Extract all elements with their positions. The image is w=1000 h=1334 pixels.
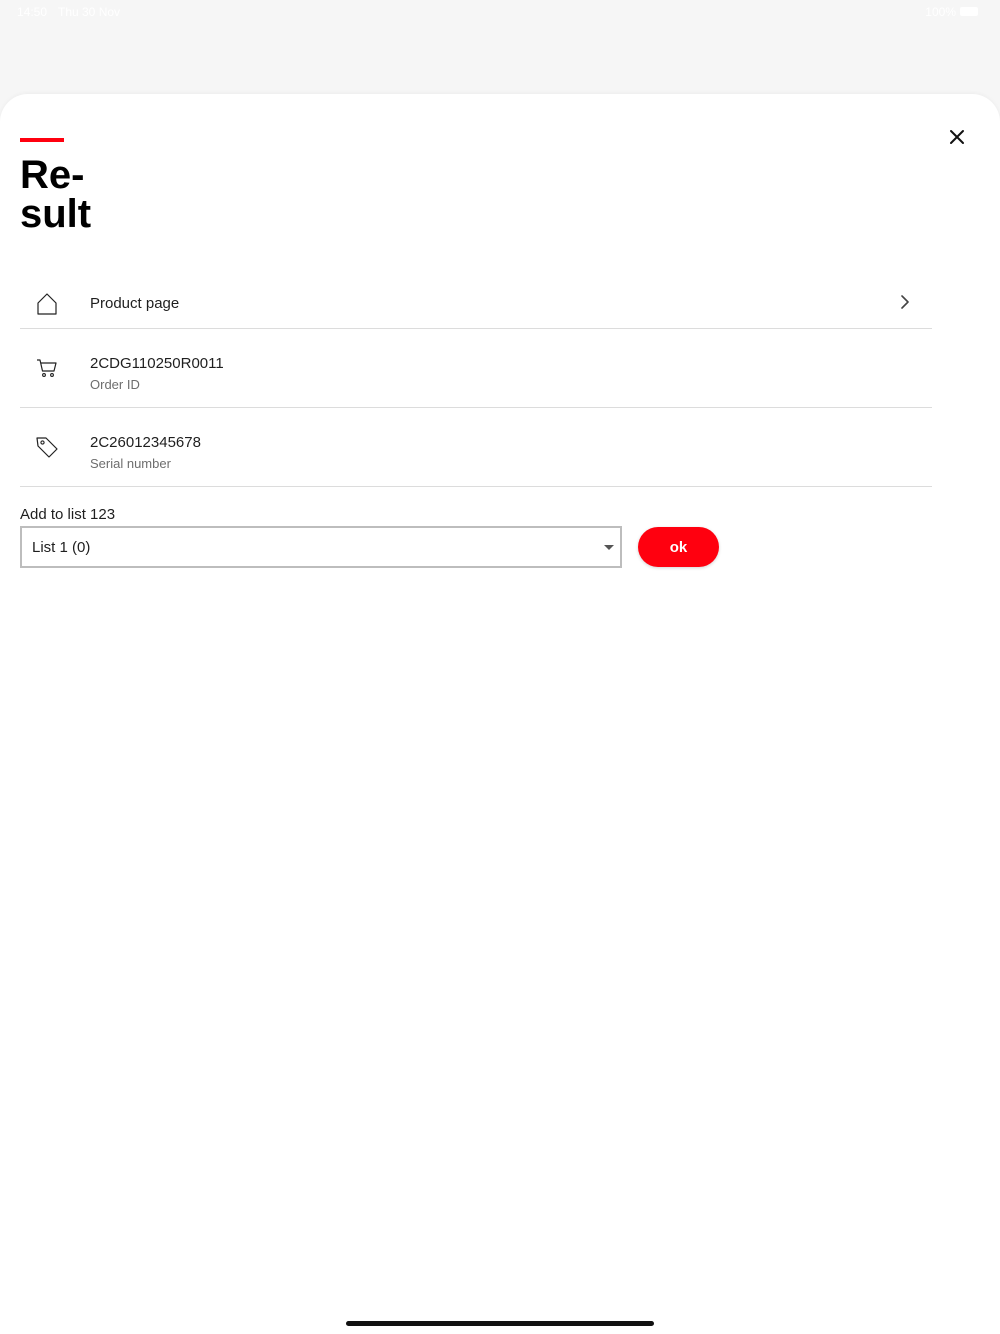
serial-number-value: 2C26012345678	[90, 434, 201, 451]
page-title: Re- sult	[20, 153, 92, 236]
product-page-link[interactable]: Product page	[20, 274, 932, 329]
order-id-row: 2CDG110250R0011 Order ID	[20, 329, 932, 408]
list-select-value: List 1 (0)	[32, 539, 91, 556]
serial-number-row: 2C26012345678 Serial number	[20, 408, 932, 487]
home-indicator[interactable]	[346, 1321, 654, 1326]
home-icon	[34, 291, 60, 317]
close-icon	[950, 130, 964, 144]
status-date: Thu 30 Nov	[58, 5, 121, 19]
add-to-list-label: Add to list 123	[20, 506, 116, 523]
caret-down-icon	[604, 545, 614, 550]
accent-bar	[20, 138, 64, 142]
result-list: Product page 2CDG110250R0011 Order ID 2C…	[20, 274, 932, 487]
battery-icon	[960, 7, 978, 16]
chevron-right-icon	[898, 295, 912, 309]
tag-icon	[34, 434, 60, 460]
list-select[interactable]: List 1 (0)	[20, 526, 622, 568]
cart-icon	[34, 355, 60, 381]
order-id-value: 2CDG110250R0011	[90, 355, 224, 372]
ok-button[interactable]: ok	[638, 527, 719, 567]
order-id-label: Order ID	[90, 377, 140, 392]
status-time: 14:50	[17, 5, 48, 19]
result-sheet: Re- sult Product page 2CDG110250R0011 Or…	[0, 94, 1000, 1334]
product-page-label: Product page	[90, 295, 180, 312]
battery-percent: 100%	[925, 5, 956, 19]
status-bar: 14:50 Thu 30 Nov 100%	[0, 0, 1000, 24]
close-button[interactable]	[942, 122, 972, 152]
serial-number-label: Serial number	[90, 456, 171, 471]
